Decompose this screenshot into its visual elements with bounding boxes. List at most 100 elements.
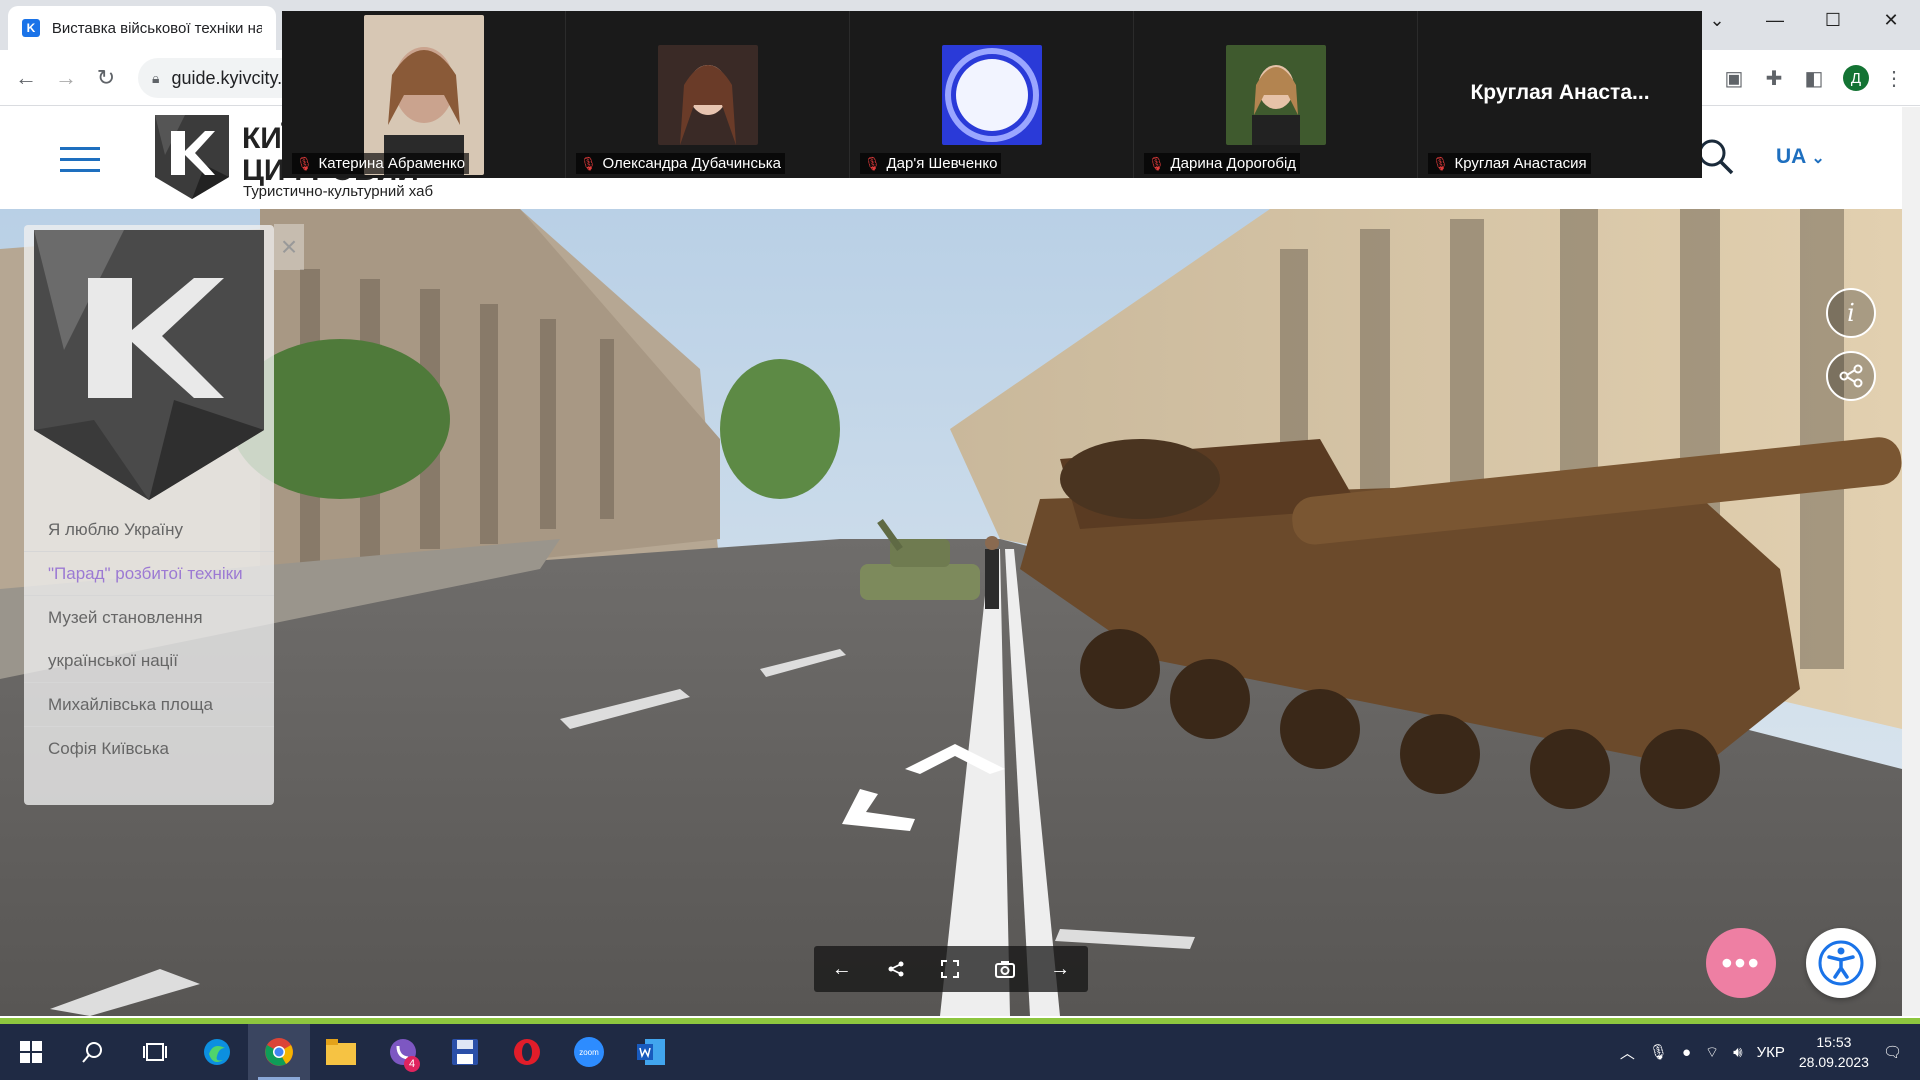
info-button[interactable]: i [1826,288,1876,338]
share-icon [1839,364,1863,388]
participant-name: Катерина Абраменко [318,155,466,172]
taskbar-word[interactable] [620,1024,682,1080]
keyboard-language[interactable]: УКР [1757,1044,1785,1061]
participant-name: Дар'я Шевченко [886,155,998,172]
back-arrow-icon[interactable]: ← [832,958,852,981]
info-icon: i [1847,299,1855,327]
zoom-icon: zoom [574,1037,604,1067]
mic-muted-icon: 🎙︎ [864,155,881,171]
zoom-video-strip: 🎙︎ Катерина Абраменко 🎙︎ Олександра Дубачи… [282,11,1702,178]
forward-arrow-icon[interactable]: → [1050,958,1070,981]
page-scrollbar[interactable] [1902,107,1920,1020]
menu-item-mykhailivska-square[interactable]: Михайлівська площа [24,683,274,727]
system-clock[interactable]: 15:53 28.09.2023 [1799,1032,1869,1072]
profile-button[interactable]: Д [1842,64,1870,92]
search-icon[interactable] [1696,137,1736,177]
back-arrow-icon[interactable]: ← [8,60,44,96]
close-sidebar-button[interactable]: × [274,224,304,270]
extension-icon[interactable]: ▣ [1720,64,1748,92]
tour-locations-list: Я люблю Україну "Парад" розбитої техніки… [24,508,274,770]
zoom-participant-tile[interactable]: 🎙︎ Дар'я Шевченко [850,11,1134,178]
camera-icon[interactable] [994,960,1015,978]
zoom-participant-tile[interactable]: Круглая Анаста... 🎙︎ Круглая Анастасия [1418,11,1702,178]
participant-name: Дарина Дорогобід [1170,155,1297,172]
site-tagline: Туристично-культурний хаб [243,183,434,200]
taskbar-edge[interactable] [186,1024,248,1080]
panorama-image [0,209,1902,1016]
taskbar-save-app[interactable] [434,1024,496,1080]
menu-item-sophia-kyiv[interactable]: Софія Київська [24,727,274,770]
share-icon[interactable] [887,960,905,978]
window-controls: ⌄ — ☐ ✕ [1688,0,1920,40]
microphone-icon[interactable]: 🎙︎ [1649,1043,1668,1061]
clock-time: 15:53 [1816,1034,1852,1050]
taskbar-viber[interactable]: 4 [372,1024,434,1080]
profile-avatar: Д [1843,65,1869,91]
wifi-icon[interactable]: ⌔ [1705,1043,1719,1062]
lock-icon: 🔒︎ [152,69,160,86]
language-switcher[interactable]: UA ⌄ [1776,145,1825,169]
windows-logo-icon [20,1041,42,1063]
chat-bubble-icon: ••• [1721,944,1761,981]
side-panel-icon[interactable]: ◧ [1800,64,1828,92]
site-logo[interactable] [155,115,229,199]
browser-tab[interactable]: K Виставка військової техніки на [8,6,276,50]
word-icon [637,1039,665,1065]
maximize-icon[interactable]: ☐ [1804,0,1862,40]
mic-muted-icon: 🎙︎ [580,155,597,171]
reload-icon[interactable]: ↻ [88,60,124,96]
chevron-down-icon: ⌄ [1811,150,1825,167]
url-text: guide.kyivcity. [171,67,283,88]
chat-button[interactable]: ••• [1706,928,1776,998]
street-panorama-viewer[interactable] [0,209,1902,1016]
taskbar-chrome[interactable] [248,1024,310,1080]
notifications-icon[interactable]: 🗨︎ [1883,1043,1902,1061]
opera-icon [514,1039,540,1065]
site-favicon-icon: K [22,19,40,37]
participant-video [363,15,484,175]
viber-tray-icon[interactable]: ● [1682,1044,1691,1061]
forward-arrow-icon[interactable]: → [48,60,84,96]
fullscreen-icon[interactable] [940,960,959,978]
participant-name: Олександра Дубачинська [602,155,782,172]
menu-item-museum-nation[interactable]: Музей становлення української нації [24,596,274,683]
zoom-participant-tile[interactable]: 🎙︎ Катерина Абраменко [282,11,566,178]
participant-name-label: 🎙︎ Дарина Дорогобід [1144,153,1301,174]
participant-name-label: 🎙︎ Дар'я Шевченко [860,153,1002,174]
participant-name: Круглая Анастасия [1454,155,1587,172]
edge-icon [204,1039,230,1065]
mic-muted-icon: 🎙︎ [1432,155,1449,171]
taskbar-opera[interactable] [496,1024,558,1080]
volume-icon[interactable]: 🔊︎ [1733,1044,1742,1061]
mic-muted-icon: 🎙︎ [296,155,313,171]
zoom-participant-tile[interactable]: 🎙︎ Олександра Дубачинська [566,11,850,178]
participant-avatar [1225,45,1326,145]
close-window-icon[interactable]: ✕ [1862,0,1920,40]
menu-item-love-ukraine[interactable]: Я люблю Україну [24,508,274,552]
folder-icon [326,1039,356,1065]
task-view-button[interactable] [124,1024,186,1080]
kyiv-logo-large [34,230,264,500]
language-label: UA [1776,145,1806,168]
participant-name-label: 🎙︎ Катерина Абраменко [292,153,470,174]
task-view-icon [143,1043,167,1061]
puzzle-extensions-icon[interactable]: ✚ [1760,64,1788,92]
hamburger-menu-icon[interactable] [60,147,100,173]
menu-item-parade-equipment[interactable]: "Парад" розбитої техніки [24,552,274,596]
tab-title: Виставка військової техніки на [51,19,262,37]
accessibility-icon [1818,940,1864,986]
start-button[interactable] [0,1024,62,1080]
share-circle-button[interactable] [1826,351,1876,401]
participant-name-label: 🎙︎ Круглая Анастасия [1428,153,1591,174]
taskbar-file-explorer[interactable] [310,1024,372,1080]
participant-avatar [941,45,1042,145]
zoom-participant-tile[interactable]: 🎙︎ Дарина Дорогобід [1134,11,1418,178]
search-icon [82,1042,102,1063]
chevron-up-icon[interactable]: ︿ [1620,1042,1635,1063]
chrome-menu-icon[interactable]: ⋮ [1880,64,1908,92]
minimize-icon[interactable]: — [1746,0,1804,40]
taskbar-search[interactable] [62,1024,124,1080]
taskbar-zoom[interactable]: zoom [558,1024,620,1080]
windows-taskbar: 4 zoom ︿ 🎙︎ ● ⌔ 🔊︎ УКР 15:53 28.09.2023 … [0,1024,1920,1080]
accessibility-button[interactable] [1806,928,1876,998]
